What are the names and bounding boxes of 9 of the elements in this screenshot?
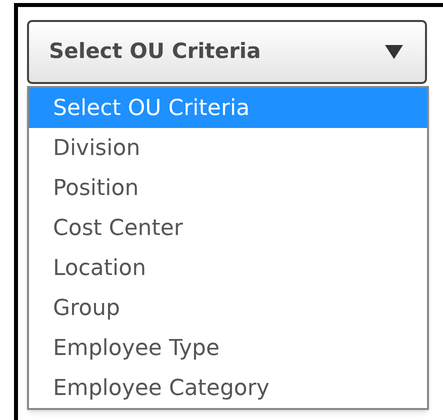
- dropdown-option[interactable]: Location: [29, 248, 427, 288]
- dropdown-option[interactable]: Employee Category: [29, 368, 427, 408]
- dropdown-option[interactable]: Group: [29, 288, 427, 328]
- dropdown-option[interactable]: Employee Type: [29, 328, 427, 368]
- dropdown-option[interactable]: Division: [29, 128, 427, 168]
- dropdown-option[interactable]: Cost Center: [29, 208, 427, 248]
- dropdown-select[interactable]: Select OU Criteria: [27, 20, 427, 84]
- caret-icon: [385, 45, 403, 59]
- dropdown-option[interactable]: Position: [29, 168, 427, 208]
